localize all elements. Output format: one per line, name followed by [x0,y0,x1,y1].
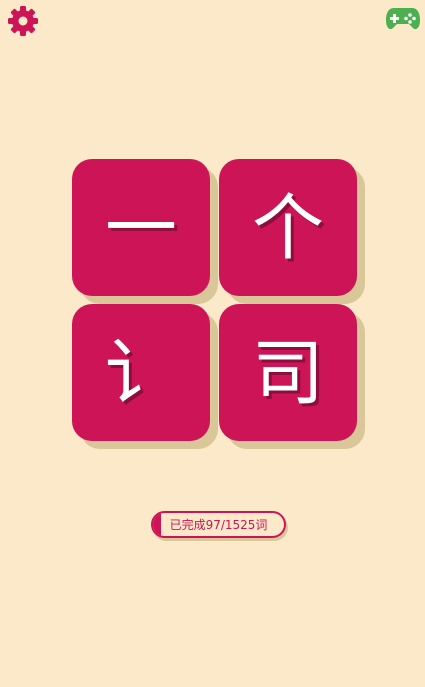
progress-badge: 已完成97/1525词 [151,511,286,538]
character-tile[interactable]: 讠 [72,304,210,441]
character-tile[interactable]: 司 [219,304,357,441]
progress-label: 已完成97/1525词 [169,518,268,532]
gamepad-icon[interactable] [385,4,421,32]
character-tile[interactable]: 一 [72,159,210,296]
progress-fill [153,513,162,536]
character-tile[interactable]: 个 [219,159,357,296]
gear-icon[interactable] [6,4,40,38]
